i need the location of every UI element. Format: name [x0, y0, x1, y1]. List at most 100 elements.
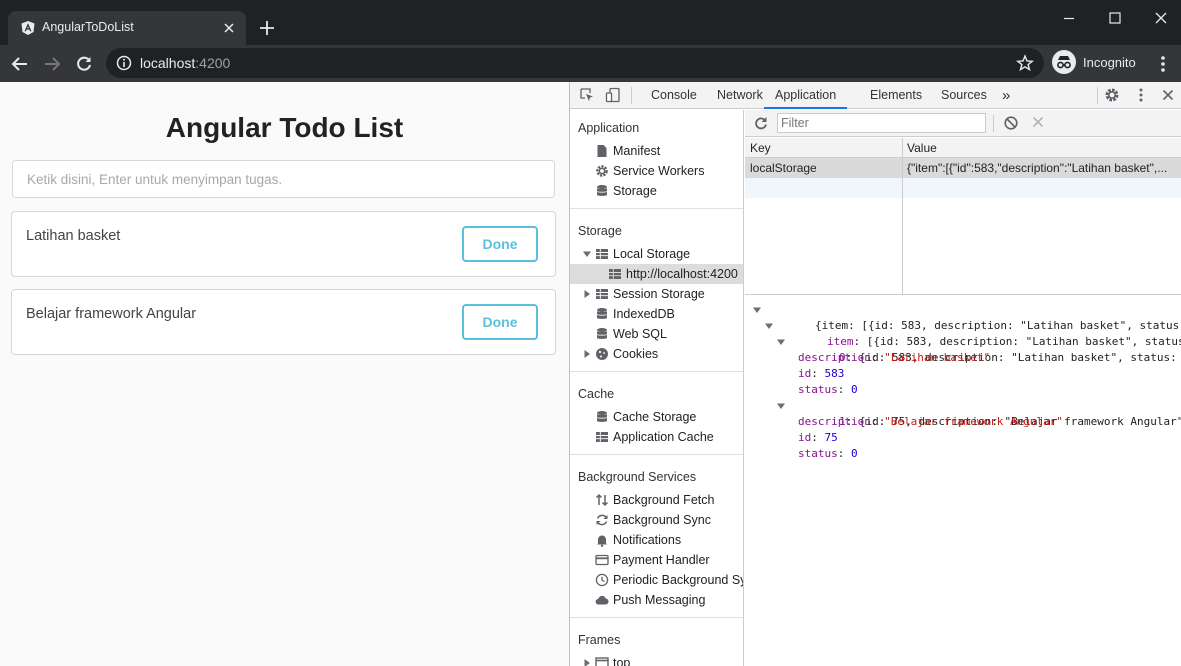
tab-sources[interactable]: Sources: [941, 82, 987, 109]
tab-application[interactable]: Application: [764, 82, 848, 109]
incognito-profile[interactable]: Incognito: [1052, 50, 1142, 76]
sidebar-item-label: Notifications: [613, 533, 682, 547]
sidebar-item-cache-storage[interactable]: Cache Storage: [570, 407, 743, 427]
toolbar-separator: [631, 87, 632, 104]
close-tab-icon[interactable]: [220, 19, 238, 37]
refresh-icon[interactable]: [753, 115, 769, 131]
done-button[interactable]: Done: [462, 304, 538, 340]
close-window-icon[interactable]: [1153, 10, 1169, 26]
preview-entry-node[interactable]: 1: {id: 75, description: "Belajar framew…: [777, 398, 1181, 428]
table-row[interactable]: localStorage {"item":[{"id":583,"descrip…: [745, 158, 1181, 178]
preview-property: description: "Belajar framework Angular": [798, 415, 1063, 428]
sidebar-item-local-storage[interactable]: Local Storage: [570, 244, 743, 264]
sidebar-item-label: Manifest: [613, 144, 661, 158]
browser-tabstrip: AngularToDoList: [0, 0, 1181, 45]
sidebar-item-frame-top[interactable]: top: [570, 653, 743, 666]
toolbar-separator: [1097, 87, 1098, 104]
grid-table-icon: [595, 247, 609, 261]
section-frames: Frames: [578, 633, 621, 647]
application-sidebar: Application Manifest Service Workers Sto…: [570, 110, 744, 666]
settings-gear-icon[interactable]: [1104, 87, 1120, 103]
todo-input[interactable]: [12, 160, 555, 198]
column-header-key[interactable]: Key: [750, 141, 771, 155]
close-devtools-icon[interactable]: [1160, 87, 1176, 103]
inspect-element-icon[interactable]: [579, 87, 595, 103]
empty-table-row: [745, 178, 1181, 198]
forward-arrow-icon[interactable]: [42, 54, 62, 74]
property-name: description: [798, 351, 871, 364]
toolbar-separator: [993, 115, 994, 132]
browser-tab[interactable]: AngularToDoList: [8, 11, 246, 45]
credit-card-icon: [595, 553, 609, 567]
maximize-window-icon[interactable]: [1107, 10, 1123, 26]
browser-menu-icon[interactable]: [1155, 54, 1171, 74]
clear-all-icon[interactable]: [1003, 115, 1019, 131]
sidebar-item-payment-handler[interactable]: Payment Handler: [570, 550, 743, 570]
tab-console[interactable]: Console: [651, 82, 697, 109]
filter-input[interactable]: [777, 113, 986, 133]
delete-selected-icon[interactable]: [1031, 115, 1045, 129]
new-tab-icon[interactable]: [258, 19, 276, 37]
expanded-triangle-icon[interactable]: [753, 306, 761, 314]
sidebar-item-localhost-origin[interactable]: http://localhost:4200: [570, 264, 743, 284]
database-icon: [595, 184, 609, 198]
reload-icon[interactable]: [74, 54, 94, 74]
storage-toolbar: [745, 110, 1181, 137]
sidebar-item-indexeddb[interactable]: IndexedDB: [570, 304, 743, 324]
sidebar-item-storage[interactable]: Storage: [570, 181, 743, 201]
storage-table: Key Value localStorage {"item":[{"id":58…: [745, 138, 1181, 295]
sidebar-item-service-workers[interactable]: Service Workers: [570, 161, 743, 181]
sidebar-item-label: Service Workers: [613, 164, 705, 178]
expanded-triangle-icon[interactable]: [765, 322, 773, 330]
up-down-arrows-icon: [595, 493, 609, 507]
preview-entry-node[interactable]: 0: {id: 583, description: "Latihan baske…: [777, 334, 1181, 364]
sidebar-item-background-sync[interactable]: Background Sync: [570, 510, 743, 530]
expanded-triangle-icon[interactable]: [583, 250, 591, 258]
preview-item-node[interactable]: item: [{id: 583, description: "Latihan b…: [765, 318, 1181, 348]
property-value: 0: [851, 383, 858, 396]
site-info-icon[interactable]: [116, 55, 132, 71]
url-port: :4200: [195, 55, 231, 71]
sidebar-item-cookies[interactable]: Cookies: [570, 344, 743, 364]
section-cache: Cache: [578, 387, 615, 401]
bookmark-star-icon[interactable]: [1016, 54, 1034, 72]
preview-root[interactable]: {item: [{id: 583, description: "Latihan …: [753, 302, 1181, 332]
table-header: Key Value: [745, 138, 1181, 158]
tab-network[interactable]: Network: [717, 82, 763, 109]
todo-text: Belajar framework Angular: [26, 306, 197, 322]
sidebar-item-label: Storage: [613, 184, 657, 198]
grid-table-icon: [608, 267, 622, 281]
devtools-menu-icon[interactable]: [1133, 87, 1149, 103]
back-arrow-icon[interactable]: [10, 54, 30, 74]
collapsed-triangle-icon[interactable]: [583, 659, 591, 666]
preview-property: description: "Latihan basket": [798, 351, 991, 364]
collapsed-triangle-icon[interactable]: [583, 350, 591, 358]
sidebar-item-label: Web SQL: [613, 327, 667, 341]
sidebar-item-push-messaging[interactable]: Push Messaging: [570, 590, 743, 610]
expanded-triangle-icon[interactable]: [777, 338, 785, 346]
sidebar-item-notifications[interactable]: Notifications: [570, 530, 743, 550]
angular-logo-icon: [20, 20, 36, 36]
expanded-triangle-icon[interactable]: [777, 402, 785, 410]
sidebar-item-manifest[interactable]: Manifest: [570, 141, 743, 161]
sidebar-item-web-sql[interactable]: Web SQL: [570, 324, 743, 344]
sidebar-item-application-cache[interactable]: Application Cache: [570, 427, 743, 447]
device-toolbar-icon[interactable]: [605, 87, 621, 103]
more-tabs-icon[interactable]: »: [1002, 82, 1010, 109]
page-viewport: Angular Todo List Latihan basket Done Be…: [0, 82, 569, 666]
tab-elements[interactable]: Elements: [870, 82, 922, 109]
sidebar-item-background-fetch[interactable]: Background Fetch: [570, 490, 743, 510]
preview-property: id: 75: [798, 431, 838, 444]
address-bar[interactable]: localhost:4200: [106, 48, 1044, 78]
section-storage: Storage: [578, 224, 622, 238]
column-divider: [902, 138, 903, 294]
sidebar-item-session-storage[interactable]: Session Storage: [570, 284, 743, 304]
browser-toolbar: localhost:4200 Incognito: [0, 45, 1181, 82]
done-button[interactable]: Done: [462, 226, 538, 262]
section-background-services: Background Services: [578, 470, 697, 484]
minimize-window-icon[interactable]: [1061, 10, 1077, 26]
sidebar-item-label: IndexedDB: [613, 307, 675, 321]
column-header-value[interactable]: Value: [907, 141, 937, 155]
collapsed-triangle-icon[interactable]: [583, 290, 591, 298]
sidebar-item-periodic-background-sync[interactable]: Periodic Background Sync: [570, 570, 743, 590]
